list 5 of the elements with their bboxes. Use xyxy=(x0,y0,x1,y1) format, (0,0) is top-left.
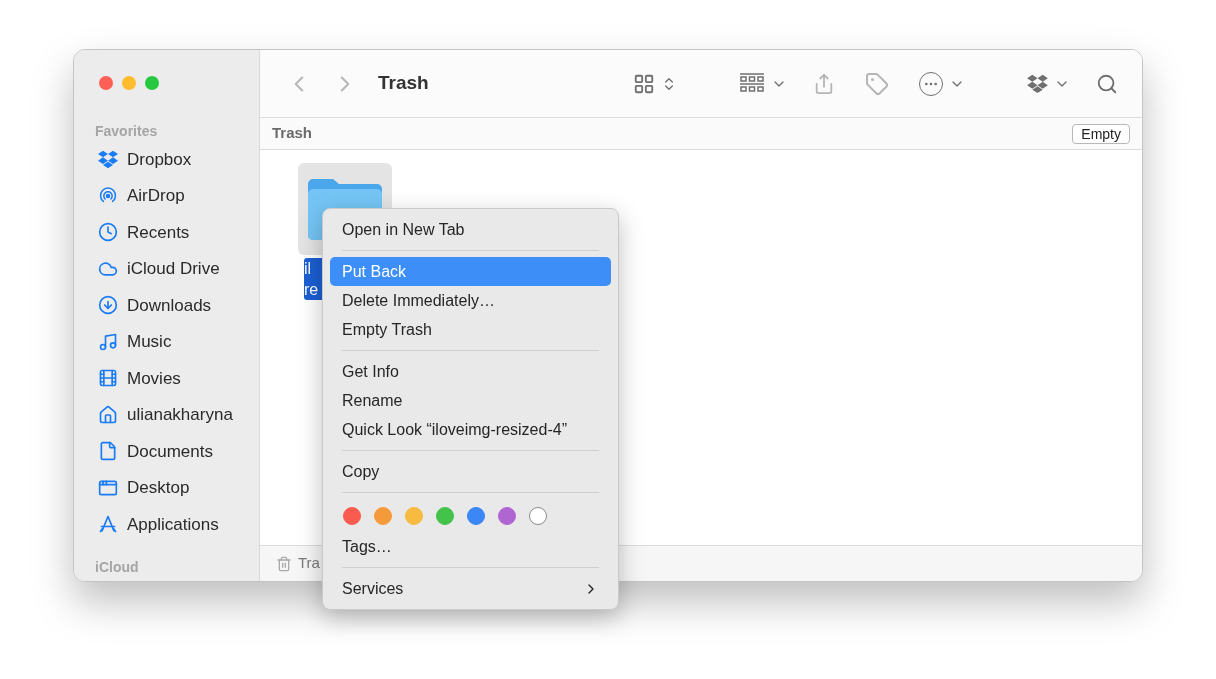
status-text: Tra xyxy=(298,553,320,574)
path-title: Trash xyxy=(272,123,313,144)
sidebar-section-header: iCloud xyxy=(94,557,140,577)
window-title: Trash xyxy=(378,71,429,96)
sidebar-section-header: Favorites xyxy=(94,122,159,141)
